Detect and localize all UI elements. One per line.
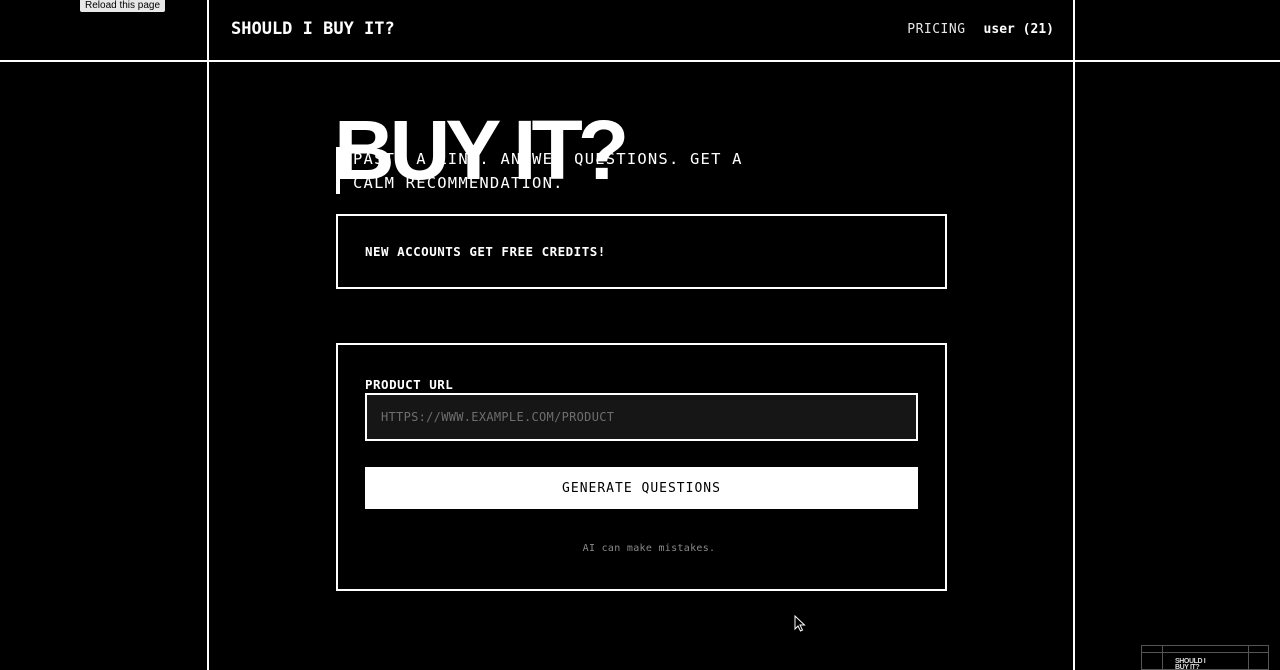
thumbnail-right-border <box>1248 646 1249 669</box>
frame-right-border <box>1073 0 1075 670</box>
nav-links: PRICING user (21) <box>907 22 1054 37</box>
top-navbar: SHOULD I BUY IT? PRICING user (21) <box>209 0 1073 60</box>
hero-title: BUY IT? <box>334 103 629 198</box>
brand-logo-link[interactable]: SHOULD I BUY IT? <box>231 19 395 39</box>
frame-left-border <box>207 0 209 670</box>
arrow-cursor-icon <box>794 614 806 636</box>
reload-page-tooltip: Reload this page <box>80 0 166 12</box>
user-account-link[interactable]: user (21) <box>984 22 1054 37</box>
ai-disclaimer: AI can make mistakes. <box>582 543 716 554</box>
page-preview-thumbnail[interactable]: SHOULD I BUY IT? <box>1141 645 1269 670</box>
promo-banner: NEW ACCOUNTS GET FREE CREDITS! <box>336 214 947 289</box>
url-form: PRODUCT URL GENERATE QUESTIONS AI can ma… <box>336 343 947 591</box>
thumbnail-left-border <box>1162 646 1163 669</box>
product-url-input[interactable] <box>365 393 918 441</box>
product-url-label: PRODUCT URL <box>365 377 454 392</box>
thumbnail-title: SHOULD I BUY IT? <box>1175 658 1206 670</box>
header-divider <box>0 60 1280 62</box>
pricing-link[interactable]: PRICING <box>907 22 965 37</box>
generate-questions-button[interactable]: GENERATE QUESTIONS <box>365 467 918 509</box>
promo-text: NEW ACCOUNTS GET FREE CREDITS! <box>365 244 606 259</box>
